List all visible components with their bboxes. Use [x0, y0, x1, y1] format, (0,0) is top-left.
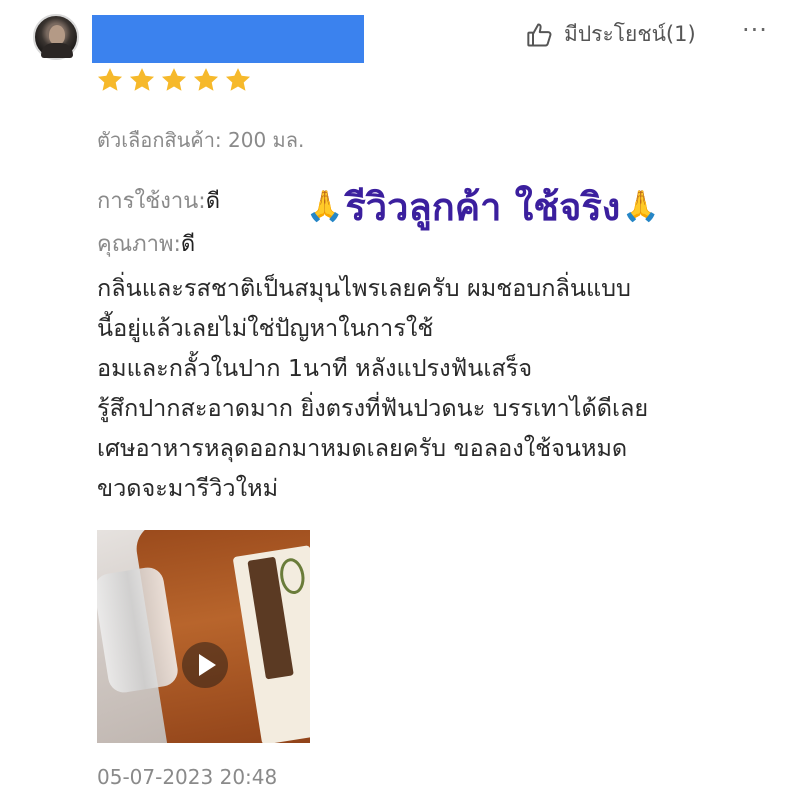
praying-hands-icon: 🙏: [622, 189, 660, 224]
helpful-count-label: มีประโยชน์(1): [564, 22, 696, 46]
play-button[interactable]: [182, 642, 228, 688]
usage-value: ดี: [205, 189, 221, 214]
usage-rating: การใช้งาน:ดี: [97, 183, 220, 218]
username-redacted: [92, 15, 364, 63]
star-icon: [129, 68, 155, 91]
quality-value: ดี: [180, 232, 196, 257]
headline-text: รีวิวลูกค้า ใช้จริง: [345, 185, 621, 229]
usage-label: การใช้งาน:: [97, 189, 206, 214]
review-video-thumbnail[interactable]: [97, 530, 310, 743]
review-body-line: เศษอาหารหลุดออกมาหมดเลยครับ ขอลองใช้จนหม…: [97, 434, 628, 462]
review-body-line: อมและกลั้วในปาก 1นาที หลังแปรงฟันเสร็จ: [97, 354, 533, 382]
praying-hands-icon: 🙏: [306, 189, 344, 224]
review-headline: 🙏 รีวิวลูกค้า ใช้จริง 🙏: [304, 176, 662, 237]
avatar-shoulders: [41, 43, 73, 58]
review-body-line: ขวดจะมารีวิวใหม่: [97, 474, 279, 502]
helpful-button[interactable]: มีประโยชน์(1): [526, 18, 696, 51]
play-icon: [199, 654, 216, 676]
star-icon: [225, 68, 251, 91]
avatar[interactable]: [33, 14, 79, 60]
more-options-icon[interactable]: ···: [742, 16, 768, 44]
star-icon: [97, 68, 123, 91]
review-timestamp: 05-07-2023 20:48: [97, 765, 278, 789]
star-rating: [96, 66, 252, 94]
quality-label: คุณภาพ:: [97, 232, 181, 257]
avatar-face: [49, 25, 65, 45]
star-icon: [161, 68, 187, 91]
quality-rating: คุณภาพ:ดี: [97, 226, 195, 261]
review-body-line: นี้อยู่แล้วเลยไม่ใช่ปัญหาในการใช้: [97, 314, 434, 342]
leaf-logo-icon: [277, 556, 307, 596]
review-body-line: กลิ่นและรสชาติเป็นสมุนไพรเลยครับ ผมชอบกล…: [97, 274, 631, 302]
review-body-line: รู้สึกปากสะอาดมาก ยิ่งตรงที่ฟันปวดนะ บรร…: [97, 394, 649, 422]
star-icon: [193, 68, 219, 91]
review-body: กลิ่นและรสชาติเป็นสมุนไพรเลยครับ ผมชอบกล…: [97, 268, 787, 508]
thumbs-up-icon: [527, 23, 552, 46]
product-variant: ตัวเลือกสินค้า: 200 มล.: [97, 128, 305, 152]
